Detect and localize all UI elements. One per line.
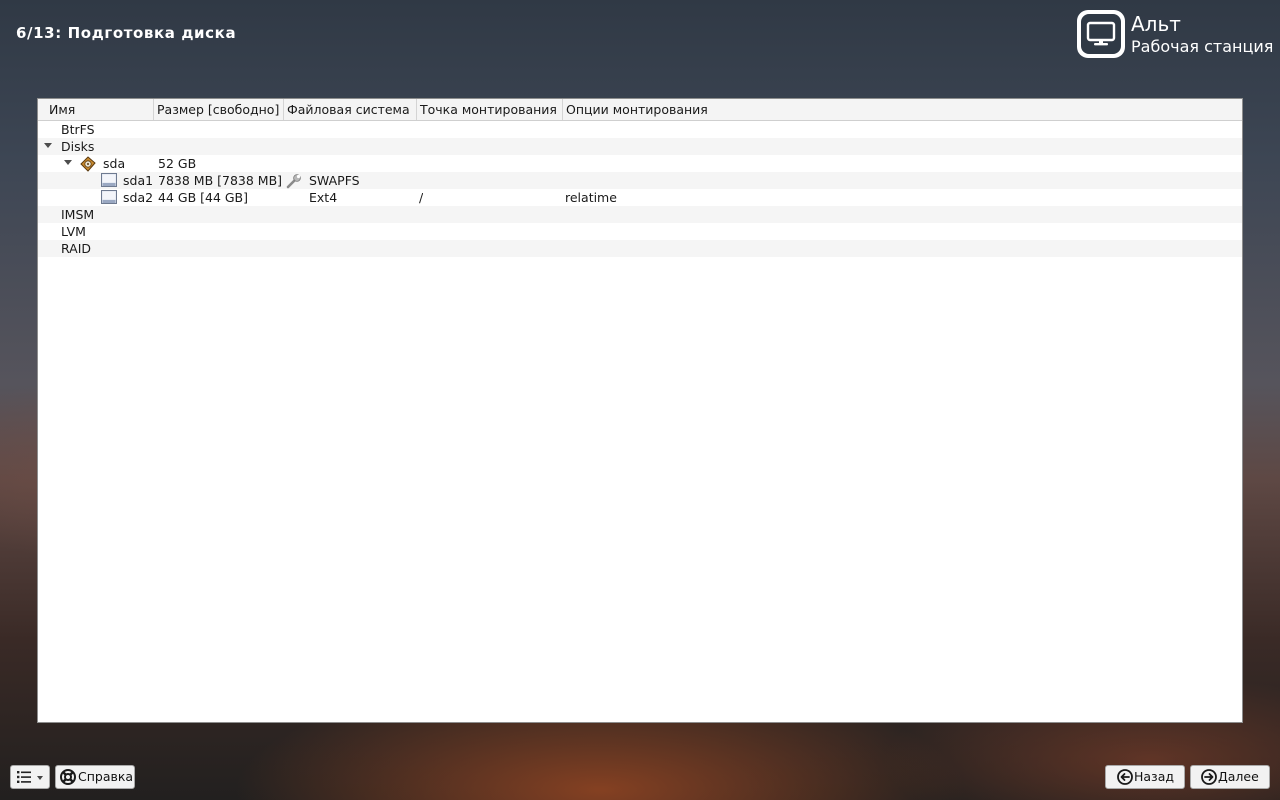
row-name: sda: [103, 156, 126, 171]
list-icon: [17, 771, 31, 783]
help-button[interactable]: Справка: [55, 765, 135, 789]
row-name: sda2: [123, 190, 154, 205]
tree-row-sda[interactable]: sda 52 GB: [38, 155, 1242, 172]
tree-row-sda2[interactable]: sda2 44 GB [44 GB] Ext4 / relatime: [38, 189, 1242, 206]
help-button-label: Справка: [78, 769, 134, 784]
row-size: 52 GB: [158, 156, 197, 171]
partition-icon: [101, 173, 117, 187]
row-name: IMSM: [61, 207, 95, 222]
brand-name: Альт: [1131, 11, 1181, 36]
column-header-mount-options[interactable]: Опции монтирования: [563, 99, 1242, 120]
tree-row-lvm[interactable]: LVM: [38, 223, 1242, 240]
tree-header: Имя Размер [свободно] Файловая система Т…: [38, 99, 1242, 121]
tree-row-sda1[interactable]: sda1 7838 MB [7838 MB] SWAPFS: [38, 172, 1242, 189]
next-button[interactable]: Далее: [1190, 765, 1270, 789]
row-mountpoint: /: [419, 190, 424, 205]
row-name: sda1: [123, 173, 154, 188]
back-button[interactable]: Назад: [1105, 765, 1185, 789]
brand-subtitle: Рабочая станция: [1131, 36, 1274, 56]
brand-logo: [1077, 10, 1125, 58]
row-name: LVM: [61, 224, 86, 239]
brand: Альт Рабочая станция: [1077, 10, 1273, 58]
column-header-size[interactable]: Размер [свободно]: [154, 99, 284, 120]
next-button-label: Далее: [1218, 769, 1259, 784]
column-header-mountpoint[interactable]: Точка монтирования: [417, 99, 563, 120]
tree-row-imsm[interactable]: IMSM: [38, 206, 1242, 223]
monitor-icon: [1086, 21, 1116, 46]
row-filesystem: Ext4: [309, 190, 338, 205]
tree-row-btrfs[interactable]: BtrFS: [38, 121, 1242, 138]
wrench-icon: [286, 174, 301, 189]
row-size: 44 GB [44 GB]: [158, 190, 249, 205]
step-title: 6/13: Подготовка диска: [16, 24, 237, 42]
row-name: BtrFS: [61, 122, 95, 137]
tree-row-disks[interactable]: Disks: [38, 138, 1242, 155]
lifebuoy-icon: [60, 769, 76, 785]
tree-row-raid[interactable]: RAID: [38, 240, 1242, 257]
partition-icon: [101, 190, 117, 204]
back-button-label: Назад: [1134, 769, 1175, 784]
row-mount-options: relatime: [565, 190, 617, 205]
row-name: RAID: [61, 241, 92, 256]
expand-arrow-icon[interactable]: [64, 160, 72, 165]
column-header-filesystem[interactable]: Файловая система: [284, 99, 417, 120]
chevron-down-icon: [37, 776, 43, 780]
arrow-left-circle-icon: [1117, 769, 1133, 785]
hard-disk-icon: [80, 156, 96, 172]
expand-arrow-icon[interactable]: [44, 143, 52, 148]
tree-body: BtrFS Disks sda 52 GB sda1 7838 MB [7838…: [38, 121, 1242, 257]
row-filesystem: SWAPFS: [309, 173, 360, 188]
menu-button[interactable]: [10, 765, 50, 789]
arrow-right-circle-icon: [1201, 769, 1217, 785]
row-size: 7838 MB [7838 MB]: [158, 173, 283, 188]
partition-tree[interactable]: Имя Размер [свободно] Файловая система Т…: [37, 98, 1243, 723]
row-name: Disks: [61, 139, 95, 154]
